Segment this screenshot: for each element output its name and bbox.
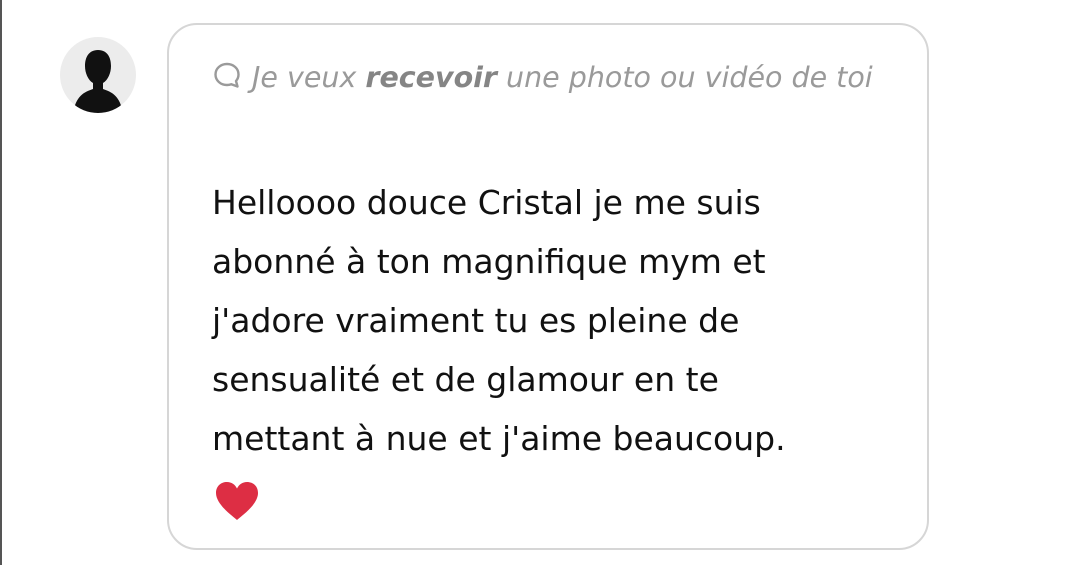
avatar[interactable] bbox=[60, 37, 136, 113]
default-user-silhouette-icon bbox=[73, 50, 123, 113]
speech-bubble-icon bbox=[212, 52, 242, 88]
message-text: Helloooo douce Cristal je me suis abonné… bbox=[212, 183, 786, 458]
window-edge bbox=[0, 0, 2, 565]
red-heart-icon bbox=[214, 480, 260, 522]
request-suffix: une photo ou vidéo de toi bbox=[496, 61, 873, 94]
request-line: Je veux recevoir une photo ou vidéo de t… bbox=[212, 49, 892, 107]
request-keyword: recevoir bbox=[365, 61, 497, 94]
request-prefix: Je veux bbox=[252, 61, 366, 94]
message-bubble: Je veux recevoir une photo ou vidéo de t… bbox=[167, 23, 929, 550]
